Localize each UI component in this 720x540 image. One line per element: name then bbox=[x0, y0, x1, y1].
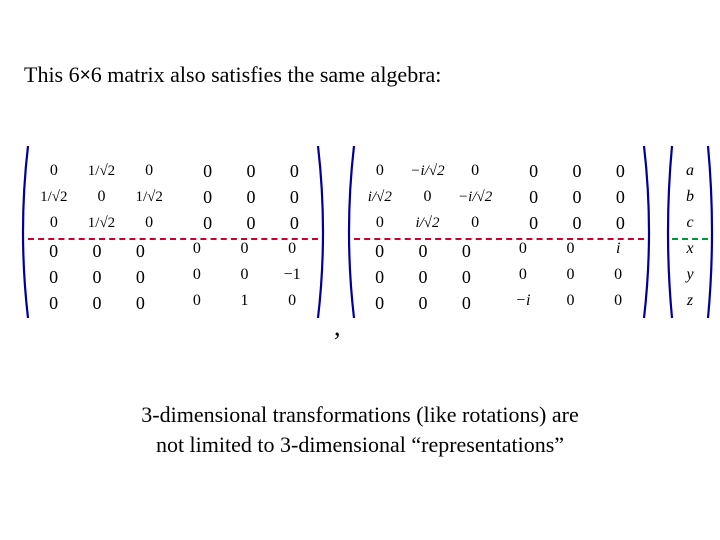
rparen-icon bbox=[642, 144, 656, 320]
m2-43: 0 bbox=[519, 266, 527, 284]
m2-54: 0 bbox=[566, 292, 574, 310]
z: 0 bbox=[290, 213, 299, 234]
lparen-icon bbox=[342, 144, 356, 320]
z: 0 bbox=[418, 241, 427, 262]
z: 0 bbox=[290, 161, 299, 182]
z: 0 bbox=[462, 241, 471, 262]
m1-55: 0 bbox=[288, 292, 296, 310]
m1-11: 0 bbox=[97, 188, 105, 206]
footer-line-1: 3-dimensional transformations (like rota… bbox=[0, 400, 720, 430]
z: 0 bbox=[203, 213, 212, 234]
lparen-icon bbox=[662, 144, 674, 320]
z: 0 bbox=[49, 293, 58, 314]
m1-33: 0 bbox=[193, 240, 201, 258]
m1-53: 0 bbox=[193, 292, 201, 310]
z: 0 bbox=[616, 213, 625, 234]
m2-11: 0 bbox=[423, 188, 431, 206]
rparen-icon bbox=[316, 144, 330, 320]
vec-y: y bbox=[686, 266, 693, 284]
matrix-1-zeros-upper-right: 0 0 0 0 0 0 0 0 0 bbox=[186, 158, 316, 236]
title-pre: This 6 bbox=[24, 62, 80, 87]
m1-22: 0 bbox=[145, 214, 153, 232]
title-post: 6 matrix also satisfies the same algebra… bbox=[91, 62, 442, 87]
lparen-icon bbox=[16, 144, 30, 320]
z: 0 bbox=[375, 241, 384, 262]
times-symbol: × bbox=[80, 65, 91, 86]
m2-22: 0 bbox=[471, 214, 479, 232]
vec-b: b bbox=[686, 188, 694, 206]
matrix-2-zeros-lower-left: 0 0 0 0 0 0 0 0 0 bbox=[358, 238, 488, 316]
z: 0 bbox=[136, 267, 145, 288]
m1-34: 0 bbox=[240, 240, 248, 258]
m2-44: 0 bbox=[566, 266, 574, 284]
m2-33: 0 bbox=[519, 240, 527, 258]
vec-x: x bbox=[686, 240, 693, 258]
z: 0 bbox=[616, 161, 625, 182]
m1-02: 0 bbox=[145, 162, 153, 180]
vec-z: z bbox=[687, 292, 693, 310]
z: 0 bbox=[203, 161, 212, 182]
vector-grid: a b c x y z bbox=[674, 158, 706, 314]
z: 0 bbox=[572, 161, 581, 182]
z: 0 bbox=[462, 293, 471, 314]
z: 0 bbox=[49, 241, 58, 262]
z: 0 bbox=[572, 213, 581, 234]
z: 0 bbox=[290, 187, 299, 208]
separator-comma: , bbox=[334, 312, 341, 342]
z: 0 bbox=[136, 241, 145, 262]
m1-45: −1 bbox=[284, 266, 301, 284]
z: 0 bbox=[616, 187, 625, 208]
z: 0 bbox=[49, 267, 58, 288]
m1-20: 0 bbox=[50, 214, 58, 232]
z: 0 bbox=[529, 161, 538, 182]
z: 0 bbox=[246, 187, 255, 208]
m2-34: 0 bbox=[566, 240, 574, 258]
m1-35: 0 bbox=[288, 240, 296, 258]
z: 0 bbox=[375, 267, 384, 288]
vec-a: a bbox=[686, 162, 694, 180]
m2-53: −i bbox=[515, 292, 530, 310]
matrix-2-zeros-upper-right: 0 0 0 0 0 0 0 0 0 bbox=[512, 158, 642, 236]
z: 0 bbox=[462, 267, 471, 288]
m1-01: 1/√2 bbox=[88, 163, 115, 180]
z: 0 bbox=[418, 267, 427, 288]
m1-43: 0 bbox=[193, 266, 201, 284]
z: 0 bbox=[529, 213, 538, 234]
m2-01: −i/√2 bbox=[410, 163, 444, 180]
m2-02: 0 bbox=[471, 162, 479, 180]
m2-55: 0 bbox=[614, 292, 622, 310]
m2-00: 0 bbox=[376, 162, 384, 180]
z: 0 bbox=[92, 267, 101, 288]
m1-44: 0 bbox=[240, 266, 248, 284]
m2-20: 0 bbox=[376, 214, 384, 232]
m1-54: 1 bbox=[240, 292, 248, 310]
rparen-icon bbox=[706, 144, 718, 320]
z: 0 bbox=[246, 213, 255, 234]
m2-12: −i/√2 bbox=[458, 189, 492, 206]
m2-10: i/√2 bbox=[368, 189, 392, 206]
matrix-1-zeros-lower-left: 0 0 0 0 0 0 0 0 0 bbox=[32, 238, 162, 316]
z: 0 bbox=[375, 293, 384, 314]
m2-35: i bbox=[616, 240, 620, 258]
z: 0 bbox=[203, 187, 212, 208]
m1-10: 1/√2 bbox=[40, 189, 67, 206]
z: 0 bbox=[572, 187, 581, 208]
m1-12: 1/√2 bbox=[135, 189, 162, 206]
vec-c: c bbox=[686, 214, 693, 232]
m1-21: 1/√2 bbox=[88, 215, 115, 232]
z: 0 bbox=[92, 293, 101, 314]
z: 0 bbox=[529, 187, 538, 208]
m1-00: 0 bbox=[50, 162, 58, 180]
z: 0 bbox=[136, 293, 145, 314]
z: 0 bbox=[92, 241, 101, 262]
m2-45: 0 bbox=[614, 266, 622, 284]
footer-line-2: not limited to 3-dimensional “representa… bbox=[0, 430, 720, 460]
m2-21: i/√2 bbox=[415, 215, 439, 232]
equation-stage: 0 1/√2 0 1/√2 0 1/√2 0 1/√2 0 0 0 0 0 0 … bbox=[18, 150, 702, 330]
z: 0 bbox=[418, 293, 427, 314]
page-title: This 6×6 matrix also satisfies the same … bbox=[24, 62, 441, 88]
footer-note: 3-dimensional transformations (like rota… bbox=[0, 400, 720, 459]
z: 0 bbox=[246, 161, 255, 182]
